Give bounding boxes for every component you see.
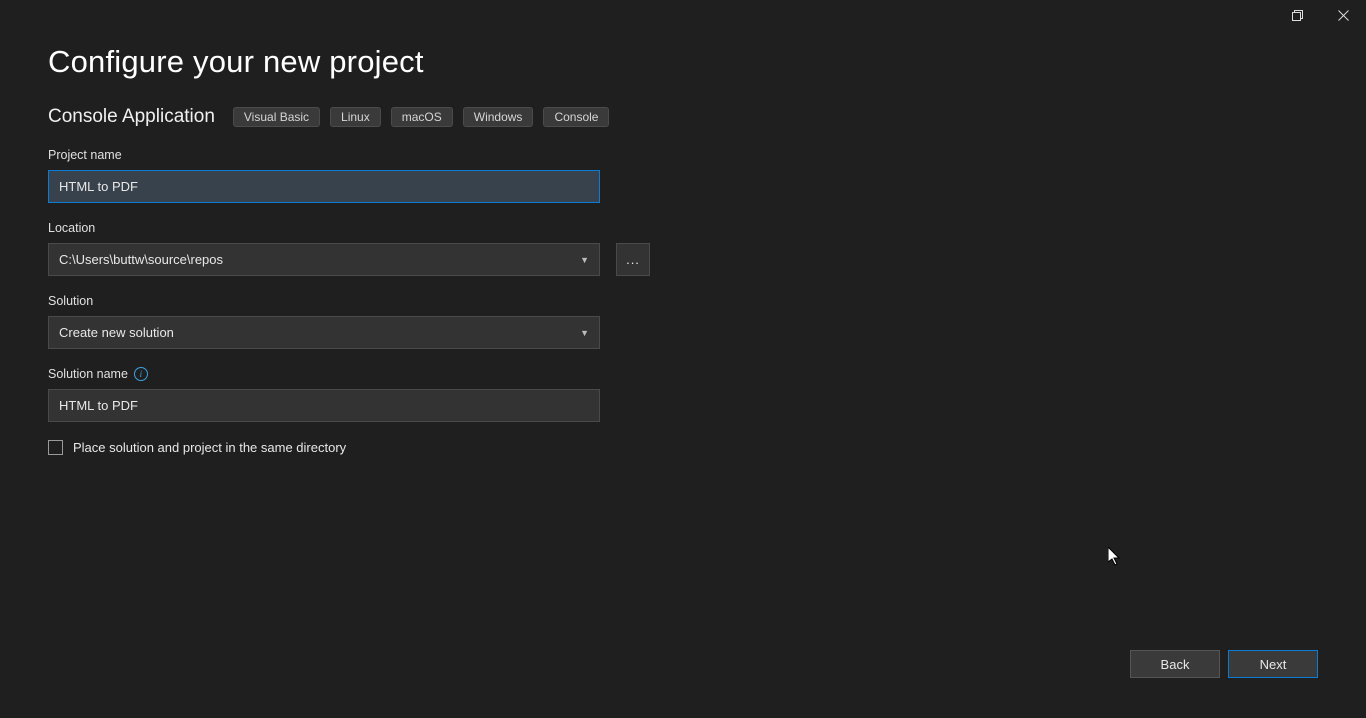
location-label: Location <box>48 221 748 235</box>
same-directory-row[interactable]: Place solution and project in the same d… <box>48 440 748 455</box>
chevron-down-icon: ▼ <box>580 328 589 338</box>
next-button[interactable]: Next <box>1228 650 1318 678</box>
location-combobox[interactable]: C:\Users\buttw\source\repos ▼ <box>48 243 600 276</box>
solution-value: Create new solution <box>59 325 174 340</box>
project-name-group: Project name <box>48 148 748 203</box>
tag: Linux <box>330 107 381 127</box>
location-value: C:\Users\buttw\source\repos <box>59 252 223 267</box>
tag: Windows <box>463 107 534 127</box>
solution-label: Solution <box>48 294 748 308</box>
solution-name-group: Solution name i <box>48 367 748 422</box>
project-name-label: Project name <box>48 148 748 162</box>
info-icon[interactable]: i <box>134 367 148 381</box>
solution-name-input[interactable] <box>48 389 600 422</box>
main-content: Configure your new project Console Appli… <box>48 44 748 455</box>
location-group: Location C:\Users\buttw\source\repos ▼ .… <box>48 221 748 276</box>
same-directory-checkbox[interactable] <box>48 440 63 455</box>
back-button[interactable]: Back <box>1130 650 1220 678</box>
chevron-down-icon: ▼ <box>580 255 589 265</box>
template-name: Console Application <box>48 106 215 128</box>
browse-button[interactable]: ... <box>616 243 650 276</box>
footer: Back Next <box>1130 650 1318 678</box>
solution-group: Solution Create new solution ▼ <box>48 294 748 349</box>
mouse-cursor-icon <box>1108 547 1122 567</box>
close-button[interactable] <box>1320 0 1366 30</box>
tag: Visual Basic <box>233 107 320 127</box>
page-title: Configure your new project <box>48 44 748 80</box>
tag: Console <box>543 107 609 127</box>
maximize-restore-button[interactable] <box>1274 0 1320 30</box>
tag: macOS <box>391 107 453 127</box>
project-name-input[interactable] <box>48 170 600 203</box>
window-titlebar <box>1274 0 1366 32</box>
template-header: Console Application Visual Basic Linux m… <box>48 106 748 128</box>
solution-combobox[interactable]: Create new solution ▼ <box>48 316 600 349</box>
same-directory-label: Place solution and project in the same d… <box>73 440 346 455</box>
solution-name-label: Solution name i <box>48 367 748 381</box>
